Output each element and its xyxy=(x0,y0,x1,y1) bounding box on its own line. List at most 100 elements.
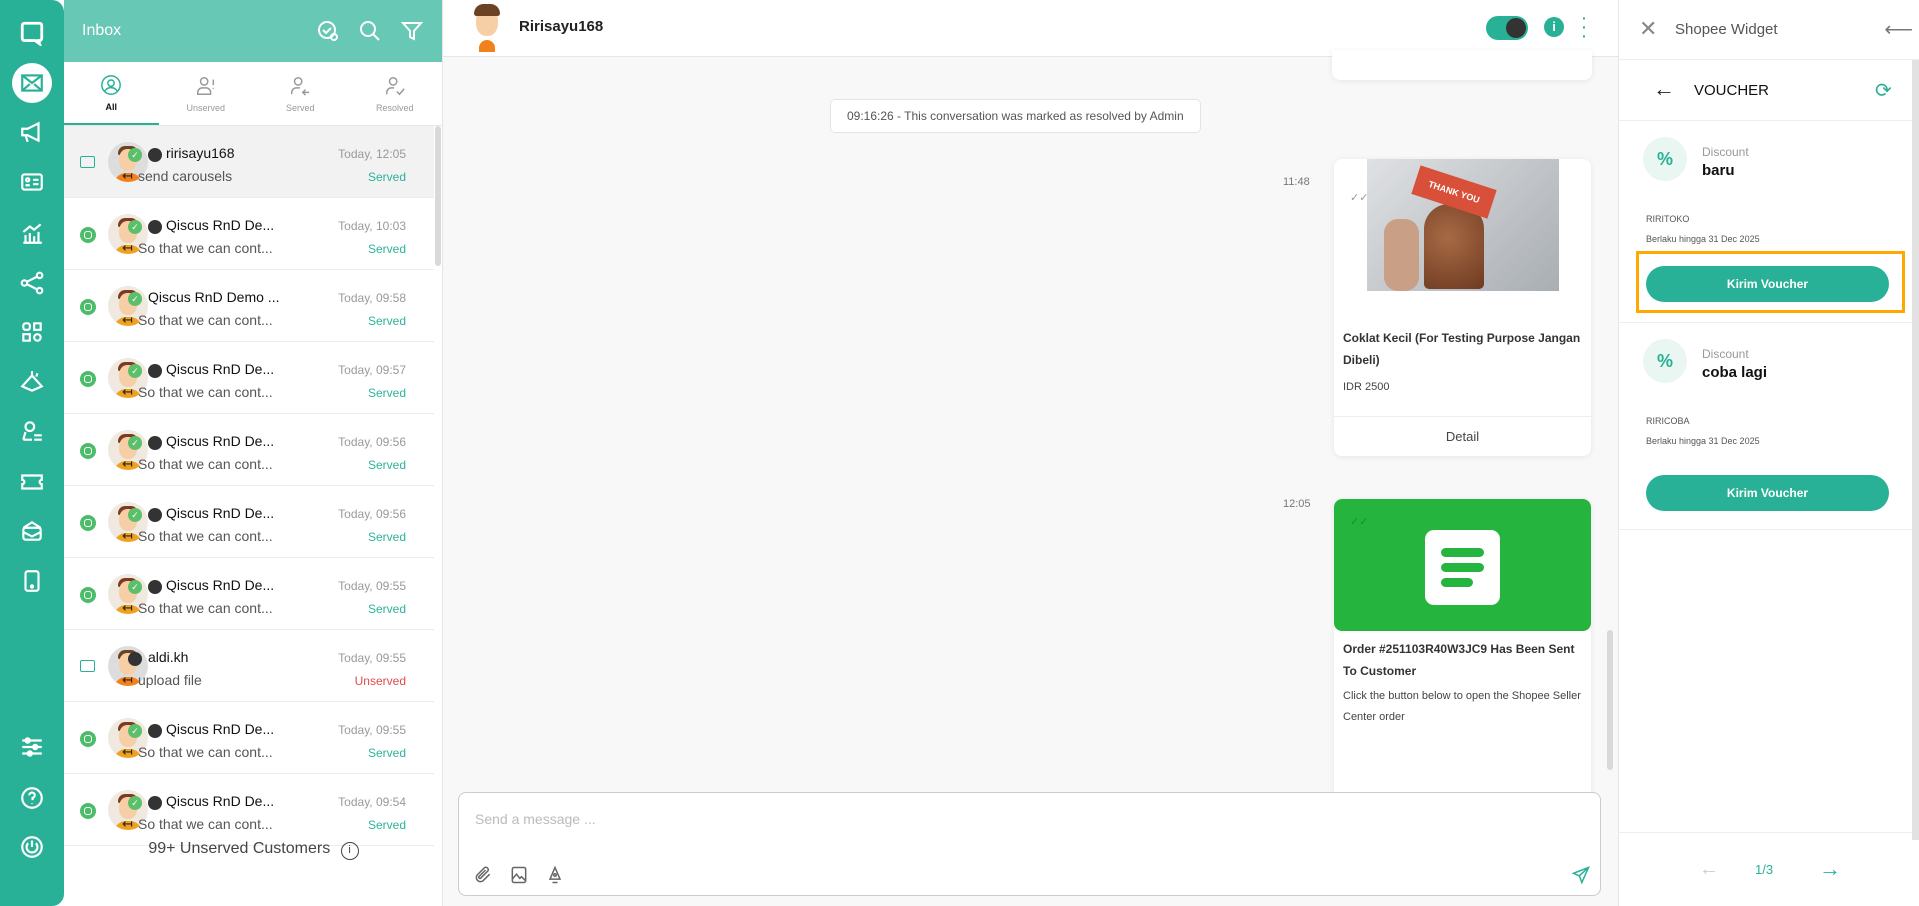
tab-unserved[interactable]: Unserved xyxy=(159,62,254,125)
conversation-item[interactable]: ✓ Qiscus RnD De... So that we can cont... T… xyxy=(64,558,434,630)
database-icon[interactable] xyxy=(12,511,52,551)
check-badge-icon: ✓ xyxy=(128,580,142,594)
bot-toggle[interactable] xyxy=(1486,16,1528,40)
more-vertical-icon[interactable]: · · · xyxy=(1580,8,1588,46)
read-receipt-icon: ✓✓ xyxy=(1350,192,1369,204)
contact-name: ririsayu168 xyxy=(166,145,235,161)
refresh-icon[interactable]: ⟳ xyxy=(1875,78,1892,103)
automation-icon[interactable] xyxy=(12,362,52,402)
contact-name: Qiscus RnD De... xyxy=(166,577,275,593)
qiscus-channel-icon xyxy=(80,371,96,387)
conversation-item[interactable]: ✓ Qiscus RnD Demo ... So that we can cont.… xyxy=(64,270,434,342)
product-price: IDR 2500 xyxy=(1343,381,1390,393)
conversation-item[interactable]: ✓ Qiscus RnD De... So that we can cont... T… xyxy=(64,342,434,414)
ticket-icon[interactable] xyxy=(12,462,52,502)
contact-name: Qiscus RnD De... xyxy=(166,721,275,737)
conversation-list: ✓ ririsayu168 send carousels Today, 12:05 Se… xyxy=(64,126,434,846)
qiscus-channel-icon xyxy=(80,299,96,315)
widget-title: Shopee Widget xyxy=(1675,21,1778,38)
timestamp: Today, 09:54 xyxy=(338,795,406,809)
contact-name: Qiscus RnD De... xyxy=(166,361,275,377)
image-icon[interactable] xyxy=(509,865,529,885)
back-arrow-icon[interactable]: ← xyxy=(1653,76,1675,102)
close-icon[interactable]: ✕ xyxy=(1639,16,1657,42)
voucher-name: coba lagi xyxy=(1702,364,1768,381)
template-icon[interactable] xyxy=(545,865,565,885)
settings-sliders-icon[interactable] xyxy=(12,727,52,767)
tab-label: Resolved xyxy=(375,102,414,113)
attachment-icon[interactable] xyxy=(473,865,493,885)
contact-name: Ririsayu168 xyxy=(519,18,604,35)
status-badge: Served xyxy=(367,170,406,184)
product-image[interactable]: THANK YOU ✓✓ xyxy=(1334,159,1591,321)
check-badge-icon: ✓ xyxy=(128,724,142,738)
whatsapp-check-icon[interactable] xyxy=(316,19,340,43)
highlight-box xyxy=(1636,251,1905,313)
conversation-item[interactable]: ✓ Qiscus RnD De... So that we can cont... T… xyxy=(64,702,434,774)
analytics-chart-icon[interactable] xyxy=(12,213,52,253)
next-page-arrow-icon[interactable]: → xyxy=(1819,856,1841,882)
qiscus-logo-icon xyxy=(12,13,52,53)
qiscus-channel-icon xyxy=(80,515,96,531)
conversation-item[interactable]: ✓ Qiscus RnD De... So that we can cont... T… xyxy=(64,774,434,846)
bot-icon xyxy=(148,364,162,378)
chat-panel: Ririsayu168 i · · · 09:16:26 - This conver… xyxy=(443,0,1618,906)
tab-all[interactable]: All xyxy=(64,62,159,125)
conversation-item[interactable]: ✓ Qiscus RnD De... So that we can cont... T… xyxy=(64,414,434,486)
bot-icon xyxy=(148,580,162,594)
conversation-item[interactable]: ✓ Qiscus RnD De... So that we can cont... T… xyxy=(64,198,434,270)
main-nav xyxy=(0,0,64,906)
shopee-widget-panel: ✕ Shopee Widget ⟵ ← VOUCHER ⟳ % Discount… xyxy=(1618,0,1919,906)
send-icon[interactable] xyxy=(1571,865,1591,885)
tab-resolved[interactable]: Resolved xyxy=(348,62,443,125)
inbox-tabs: All Unserved Served Resolved xyxy=(64,62,442,126)
apps-grid-icon[interactable] xyxy=(12,312,52,352)
info-circle-icon[interactable]: i xyxy=(340,842,359,860)
contacts-card-icon[interactable] xyxy=(12,162,52,202)
pagination: ← 1/3 → xyxy=(1619,832,1912,906)
section-title: VOUCHER xyxy=(1694,82,1770,99)
last-message: So that we can cont... xyxy=(122,600,273,616)
contact-name: Qiscus RnD De... xyxy=(166,217,275,233)
conversation-item[interactable]: ✓ ririsayu168 send carousels Today, 12:05 Se… xyxy=(64,126,434,198)
tab-label: Unserved xyxy=(186,102,226,113)
broadcast-megaphone-icon[interactable] xyxy=(12,112,52,152)
filter-icon[interactable] xyxy=(400,19,424,43)
agent-icon[interactable] xyxy=(12,411,52,451)
conversation-item[interactable]: aldi.kh upload file Today, 09:55 Unserved xyxy=(64,630,434,702)
qiscus-channel-icon xyxy=(80,443,96,459)
conversation-item[interactable]: ✓ Qiscus RnD De... So that we can cont... T… xyxy=(64,486,434,558)
inbox-mail-icon[interactable] xyxy=(12,63,52,103)
voucher-code: RIRICOBA xyxy=(1646,416,1690,426)
power-icon[interactable] xyxy=(12,827,52,867)
status-badge: Served xyxy=(367,818,406,832)
inbox-title: Inbox xyxy=(82,22,122,39)
collapse-arrow-icon[interactable]: ⟵ xyxy=(1884,17,1913,42)
product-title: Coklat Kecil (For Testing Purpose Jangan… xyxy=(1343,331,1581,367)
widget-scrollbar[interactable] xyxy=(1912,60,1919,840)
mobile-icon[interactable] xyxy=(12,561,52,601)
status-badge: Served xyxy=(367,602,406,616)
message-input[interactable] xyxy=(475,811,1375,827)
list-scrollbar[interactable] xyxy=(435,126,441,266)
system-message: 09:16:26 - This conversation was marked … xyxy=(830,99,1201,133)
contact-avatar[interactable] xyxy=(467,4,507,52)
search-icon[interactable] xyxy=(358,19,382,43)
integrations-flow-icon[interactable] xyxy=(12,263,52,303)
info-icon[interactable]: i xyxy=(1544,17,1564,37)
tab-served[interactable]: Served xyxy=(253,62,348,125)
chat-scrollbar[interactable] xyxy=(1607,630,1613,770)
qiscus-channel-icon xyxy=(80,587,96,603)
status-badge: Served xyxy=(367,314,406,328)
last-message: So that we can cont... xyxy=(122,384,273,400)
help-icon[interactable] xyxy=(12,778,52,818)
bot-icon xyxy=(148,436,162,450)
contact-name: aldi.kh xyxy=(148,649,189,665)
last-message: So that we can cont... xyxy=(122,744,273,760)
check-badge-icon: ✓ xyxy=(128,436,142,450)
unserved-customers-footer[interactable]: 99+ Unserved Customers i xyxy=(64,840,443,860)
detail-button[interactable]: Detail xyxy=(1334,416,1591,456)
kirim-voucher-button[interactable]: Kirim Voucher xyxy=(1646,475,1889,511)
prev-page-arrow-icon[interactable]: ← xyxy=(1699,858,1719,881)
user-alert-icon xyxy=(196,76,214,95)
